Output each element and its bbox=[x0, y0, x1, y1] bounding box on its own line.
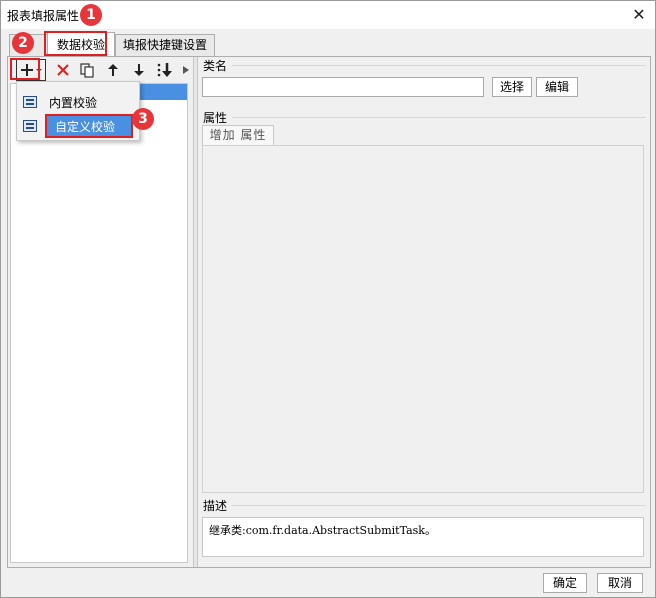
menu-item-custom-validation[interactable]: 自定义校验 bbox=[17, 114, 139, 138]
callout-1: 1 bbox=[80, 4, 102, 26]
menu-item-builtin-validation[interactable]: 内置校验 bbox=[17, 90, 139, 114]
move-down-button[interactable] bbox=[128, 59, 150, 81]
sort-button[interactable] bbox=[154, 59, 176, 81]
properties-label: 属性 bbox=[202, 109, 229, 126]
callout-2: 2 bbox=[12, 32, 34, 54]
delete-button[interactable] bbox=[52, 59, 74, 81]
menu-item-label: 内置校验 bbox=[49, 96, 98, 110]
plus-dropdown-icon bbox=[21, 64, 42, 76]
tab-panel: 内置校验 自定义校验 类名 选择 编辑 属性 增加 属性 描述 继承类:com.… bbox=[7, 56, 651, 568]
close-icon[interactable]: ✕ bbox=[629, 5, 649, 25]
callout-3: 3 bbox=[132, 108, 154, 130]
add-dropdown-menu: 内置校验 自定义校验 bbox=[16, 81, 140, 141]
tab-data-validation[interactable]: 数据校验 bbox=[47, 32, 115, 57]
description-label: 描述 bbox=[202, 497, 229, 514]
divider bbox=[232, 117, 646, 118]
form-icon bbox=[23, 96, 37, 108]
ok-button[interactable]: 确定 bbox=[543, 573, 587, 593]
add-dropdown-button[interactable] bbox=[16, 59, 46, 81]
add-property-button[interactable]: 增加 属性 bbox=[202, 125, 274, 145]
class-name-input[interactable] bbox=[202, 77, 484, 97]
validation-list[interactable] bbox=[10, 83, 188, 563]
divider bbox=[232, 65, 646, 66]
description-text: 继承类:com.fr.data.AbstractSubmitTask。 bbox=[202, 517, 644, 557]
sort-down-icon bbox=[157, 63, 172, 77]
class-name-label: 类名 bbox=[202, 57, 229, 74]
menu-item-label: 自定义校验 bbox=[55, 120, 116, 134]
validation-list-pane: 内置校验 自定义校验 bbox=[8, 57, 194, 567]
properties-table[interactable] bbox=[202, 145, 644, 493]
form-icon bbox=[23, 120, 37, 132]
cancel-button[interactable]: 取消 bbox=[597, 573, 643, 593]
arrow-up-icon bbox=[108, 64, 118, 76]
scroll-right-icon[interactable] bbox=[182, 65, 190, 75]
choose-button[interactable]: 选择 bbox=[492, 77, 532, 97]
divider bbox=[232, 505, 646, 506]
tab-shortcut-settings[interactable]: 填报快捷键设置 bbox=[115, 34, 215, 56]
copy-icon bbox=[80, 63, 94, 78]
edit-button[interactable]: 编辑 bbox=[536, 77, 578, 97]
list-toolbar bbox=[12, 59, 192, 81]
validation-detail-pane: 类名 选择 编辑 属性 增加 属性 描述 继承类:com.fr.data.Abs… bbox=[200, 57, 650, 567]
move-up-button[interactable] bbox=[102, 59, 124, 81]
window-title: 报表填报属性 bbox=[7, 9, 80, 23]
red-x-icon bbox=[57, 64, 69, 76]
dialog-window: 报表填报属性 ✕ 数据校验 填报快捷键设置 内置校验 自定义校验 类名 选择 编… bbox=[0, 0, 656, 598]
pane-splitter[interactable] bbox=[194, 57, 198, 567]
arrow-down-icon bbox=[134, 64, 144, 76]
copy-button[interactable] bbox=[76, 59, 98, 81]
